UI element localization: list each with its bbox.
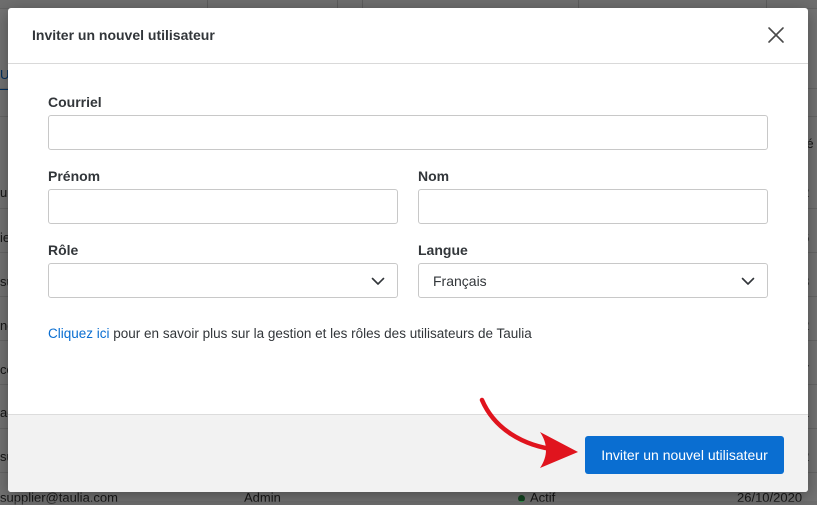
email-field[interactable]: [48, 115, 768, 150]
chevron-down-icon: [741, 277, 755, 285]
help-text: Cliquez ici pour en savoir plus sur la g…: [48, 326, 532, 341]
chevron-down-icon: [371, 277, 385, 285]
last-name-field[interactable]: [418, 189, 768, 224]
close-icon: [768, 27, 784, 43]
role-select[interactable]: [48, 263, 398, 298]
invite-user-button[interactable]: Inviter un nouvel utilisateur: [585, 436, 784, 474]
close-button[interactable]: [763, 22, 789, 48]
help-text-body: pour en savoir plus sur la gestion et le…: [109, 326, 532, 341]
language-select-value: Français: [433, 273, 487, 289]
language-label: Langue: [418, 242, 468, 258]
dialog-title: Inviter un nouvel utilisateur: [32, 27, 215, 43]
language-select[interactable]: Français: [418, 263, 768, 298]
first-name-field[interactable]: [48, 189, 398, 224]
dialog-header: Inviter un nouvel utilisateur: [8, 8, 808, 64]
learn-more-link[interactable]: Cliquez ici: [48, 326, 110, 341]
last-name-label: Nom: [418, 168, 450, 184]
red-arrow-annotation-icon: [479, 397, 578, 468]
email-label: Courriel: [48, 94, 102, 110]
role-label: Rôle: [48, 242, 79, 258]
invite-user-dialog: Inviter un nouvel utilisateur Courriel P…: [8, 8, 808, 492]
dialog-footer: Inviter un nouvel utilisateur: [8, 414, 808, 492]
first-name-label: Prénom: [48, 168, 101, 184]
